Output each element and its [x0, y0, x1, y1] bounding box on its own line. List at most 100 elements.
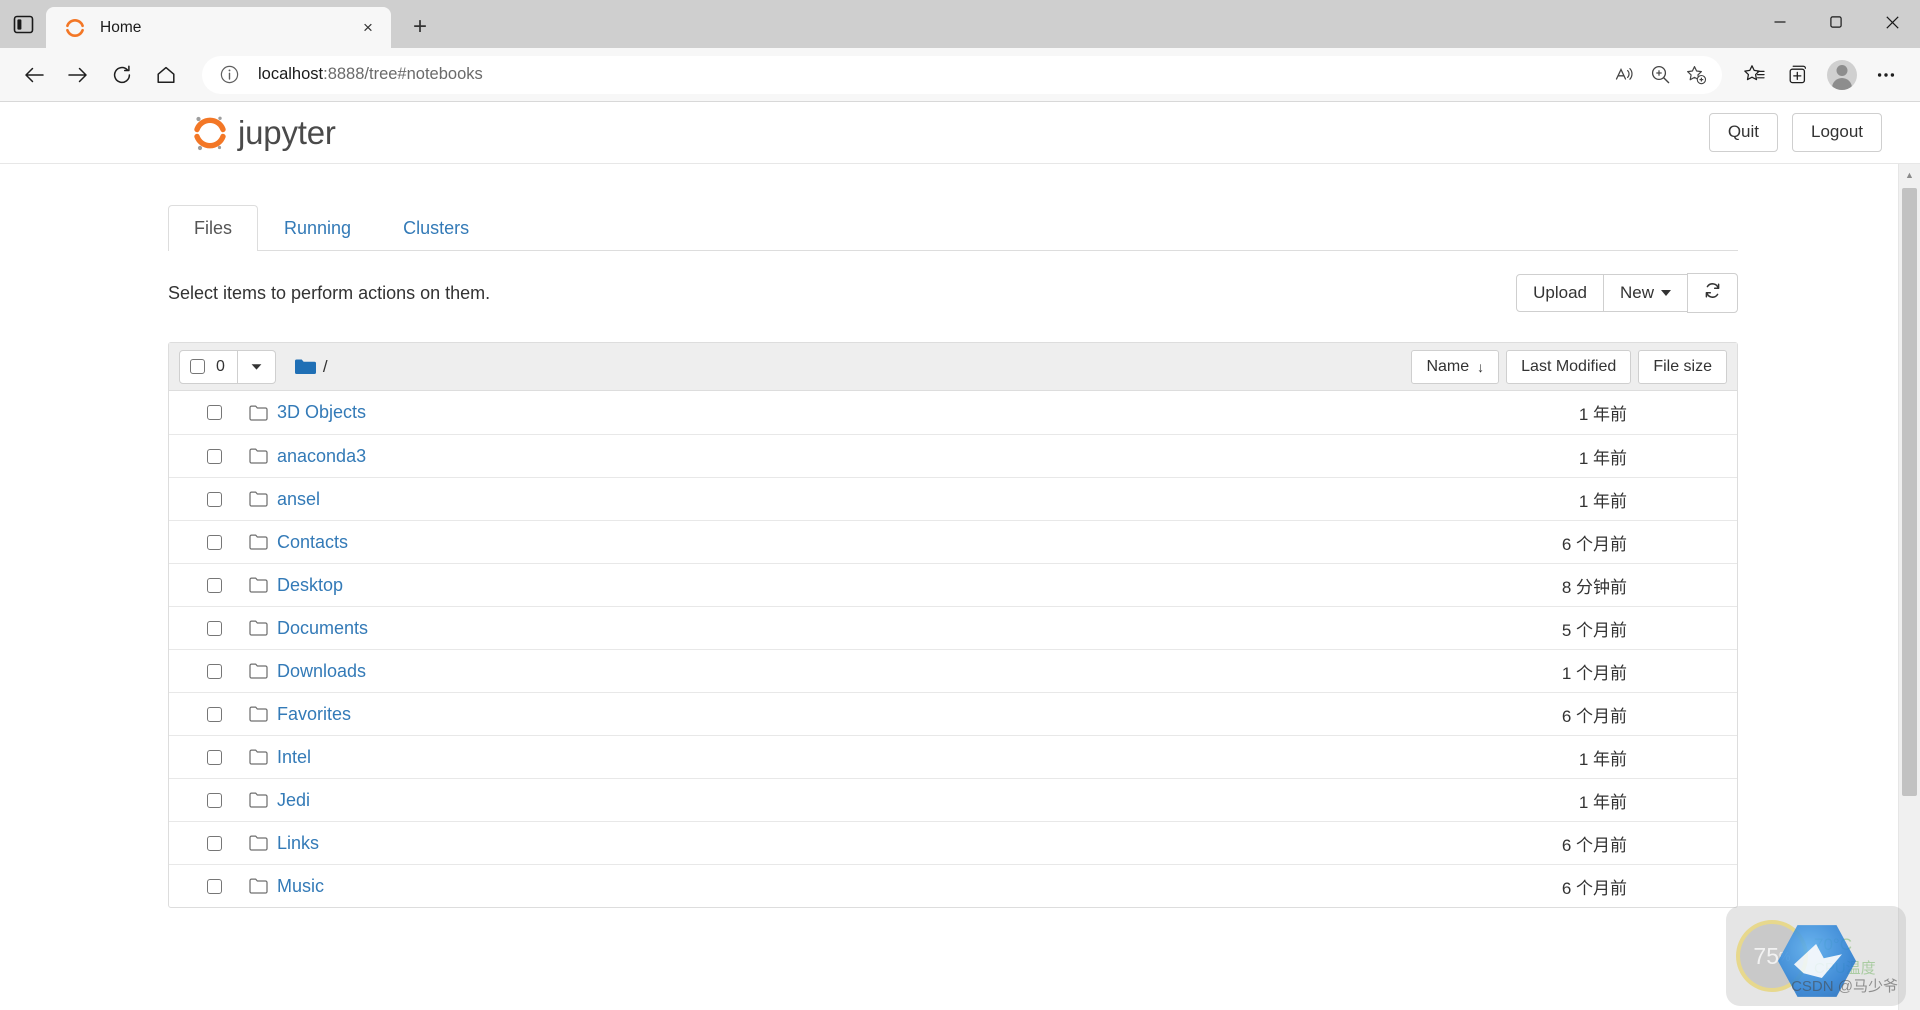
file-modified: 1 年前 [1578, 792, 1627, 812]
table-row[interactable]: Favorites 6 个月前 [169, 692, 1737, 735]
collections-icon[interactable] [1776, 55, 1820, 95]
row-checkbox[interactable] [207, 706, 222, 722]
file-name-link[interactable]: Desktop [277, 575, 343, 596]
file-modified: 1 年前 [1578, 448, 1627, 468]
file-name-link[interactable]: Links [277, 833, 319, 854]
table-row[interactable]: Jedi 1 年前 [169, 778, 1737, 821]
quit-button[interactable]: Quit [1708, 113, 1778, 152]
folder-icon [249, 663, 268, 679]
tab-running[interactable]: Running [258, 205, 377, 251]
address-path: :8888/tree#notebooks [323, 65, 483, 83]
sort-by-file-size-button[interactable]: File size [1638, 349, 1727, 384]
table-row[interactable]: Desktop 8 分钟前 [169, 563, 1737, 606]
scrollbar-thumb[interactable] [1902, 188, 1917, 796]
table-row[interactable]: Intel 1 年前 [169, 735, 1737, 778]
minimize-window-button[interactable] [1752, 0, 1808, 44]
row-checkbox[interactable] [207, 878, 222, 894]
tab-actions-icon[interactable] [0, 0, 46, 48]
forward-icon[interactable] [56, 55, 100, 95]
sort-direction-icon: ↓ [1477, 358, 1485, 375]
read-aloud-icon[interactable] [1606, 59, 1642, 91]
refresh-button[interactable] [1687, 272, 1738, 314]
row-checkbox[interactable] [207, 792, 222, 808]
main-tabs: Files Running Clusters [168, 204, 1738, 251]
row-checkbox[interactable] [207, 577, 222, 593]
select-all-checkbox[interactable] [190, 359, 205, 374]
table-row[interactable]: 3D Objects 1 年前 [169, 391, 1737, 434]
file-name-link[interactable]: 3D Objects [277, 402, 366, 423]
settings-more-icon[interactable] [1864, 55, 1908, 95]
file-modified: 6 个月前 [1561, 878, 1627, 898]
file-modified: 1 年前 [1578, 405, 1627, 424]
table-row[interactable]: Links 6 个月前 [169, 821, 1737, 864]
reload-icon[interactable] [100, 55, 144, 95]
file-name-link[interactable]: Downloads [277, 661, 366, 682]
actions-row: Select items to perform actions on them.… [168, 272, 1738, 314]
folder-icon [249, 491, 268, 507]
file-name-link[interactable]: anaconda3 [277, 446, 366, 467]
browser-tab-home[interactable]: Home × [46, 7, 391, 48]
row-checkbox[interactable] [207, 534, 222, 550]
home-icon[interactable] [144, 55, 188, 95]
upload-button[interactable]: Upload [1516, 273, 1604, 313]
sort-by-name-button[interactable]: Name ↓ [1411, 349, 1500, 384]
chevron-down-icon [251, 363, 262, 370]
table-row[interactable]: Documents 5 个月前 [169, 606, 1737, 649]
close-window-button[interactable] [1864, 0, 1920, 44]
new-dropdown-label: New [1619, 282, 1654, 302]
new-tab-button[interactable]: + [401, 8, 439, 46]
sort-by-last-modified-button[interactable]: Last Modified [1506, 349, 1632, 384]
add-favorite-icon[interactable] [1678, 59, 1714, 91]
folder-icon [249, 792, 268, 808]
row-checkbox[interactable] [207, 749, 222, 765]
file-name-link[interactable]: ansel [277, 489, 320, 510]
browser-toolbar: localhost:8888/tree#notebooks [0, 48, 1920, 102]
table-row[interactable]: Contacts 6 个月前 [169, 520, 1737, 563]
table-row[interactable]: Downloads 1 个月前 [169, 649, 1737, 692]
actions-right-group: Upload New [1516, 272, 1738, 314]
select-menu-button[interactable] [237, 349, 276, 384]
row-checkbox[interactable] [207, 835, 222, 851]
table-row[interactable]: ansel 1 年前 [169, 477, 1737, 520]
row-checkbox[interactable] [207, 491, 222, 507]
tab-files[interactable]: Files [168, 204, 259, 251]
file-name-link[interactable]: Music [277, 876, 324, 897]
row-checkbox[interactable] [207, 663, 222, 679]
file-name-link[interactable]: Documents [277, 618, 368, 639]
address-bar[interactable]: localhost:8888/tree#notebooks [202, 55, 1722, 94]
selection-hint: Select items to perform actions on them. [168, 282, 491, 303]
site-info-icon[interactable] [216, 62, 242, 88]
file-name-link[interactable]: Intel [277, 747, 311, 768]
table-row[interactable]: Music 6 个月前 [169, 864, 1737, 907]
breadcrumb[interactable]: / [294, 357, 328, 377]
select-all-button[interactable]: 0 [179, 349, 238, 384]
jupyter-logo[interactable]: jupyter [190, 111, 336, 155]
back-icon[interactable] [12, 55, 56, 95]
chevron-down-icon [1661, 290, 1671, 297]
maximize-window-button[interactable] [1808, 0, 1864, 44]
tab-clusters[interactable]: Clusters [377, 205, 495, 251]
close-tab-icon[interactable]: × [353, 13, 383, 43]
breadcrumb-root[interactable]: / [323, 357, 328, 377]
profile-icon[interactable] [1820, 55, 1864, 95]
file-name-link[interactable]: Contacts [277, 532, 348, 553]
browser-titlebar: Home × + [0, 0, 1920, 48]
row-checkbox[interactable] [207, 448, 222, 464]
folder-icon [249, 577, 268, 593]
file-name-link[interactable]: Favorites [277, 704, 351, 725]
folder-icon [249, 404, 268, 421]
file-modified: 1 年前 [1578, 749, 1627, 769]
new-dropdown-button[interactable]: New [1602, 273, 1688, 313]
zoom-icon[interactable] [1642, 59, 1678, 91]
favorites-icon[interactable] [1732, 55, 1776, 95]
table-row[interactable]: anaconda3 1 年前 [169, 434, 1737, 477]
file-name-link[interactable]: Jedi [277, 790, 310, 811]
folder-icon [249, 706, 268, 722]
logout-button[interactable]: Logout [1792, 113, 1882, 152]
file-modified: 1 个月前 [1561, 663, 1627, 683]
row-checkbox[interactable] [207, 405, 222, 420]
scroll-up-icon[interactable]: ▲ [1899, 164, 1920, 186]
row-checkbox[interactable] [207, 620, 222, 636]
page-scrollbar[interactable]: ▲ [1898, 164, 1920, 1010]
selected-count: 0 [216, 357, 225, 375]
